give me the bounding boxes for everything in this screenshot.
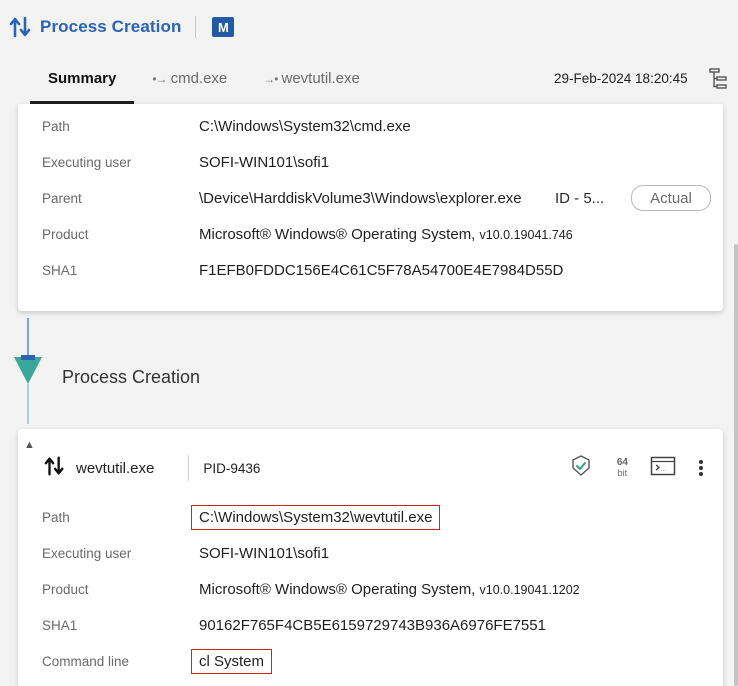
parent-label: Parent xyxy=(42,190,82,206)
cmd-process-card: Path C:\Windows\System32\cmd.exe Executi… xyxy=(18,104,723,311)
collapse-icon[interactable]: ▲ xyxy=(24,439,35,451)
sha1-value: F1EFB0FDDC156E4C61C5F78A54700E4E7984D55D xyxy=(199,261,564,279)
connector-line-bottom xyxy=(27,384,29,424)
path-row: Path C:\Windows\System32\cmd.exe xyxy=(42,115,411,137)
user-label: Executing user xyxy=(42,545,132,561)
process-creation-icon xyxy=(44,455,66,482)
process-pid: PID-9436 xyxy=(203,460,261,476)
more-options-icon[interactable] xyxy=(698,460,704,476)
process-actions: 64 bit ... xyxy=(569,454,704,482)
tab-wevtutil-label: wevtutil.exe xyxy=(281,70,360,87)
page-title: Process Creation xyxy=(40,17,182,36)
user-label: Executing user xyxy=(42,154,132,170)
path-row: Path C:\Windows\System32\wevtutil.exe xyxy=(42,504,441,530)
scrollbar-thumb[interactable] xyxy=(734,244,738,686)
tab-cmd-label: cmd.exe xyxy=(170,70,228,87)
sha1-label: SHA1 xyxy=(42,617,78,633)
user-value: SOFI-WIN101\sofi1 xyxy=(199,153,330,171)
command-line-row: Command line cl System xyxy=(42,648,273,674)
product-row: Product Microsoft® Windows® Operating Sy… xyxy=(42,578,580,600)
bitness-badge: 64 bit xyxy=(616,456,628,479)
product-row: Product Microsoft® Windows® Operating Sy… xyxy=(42,223,573,245)
process-creation-icon xyxy=(8,14,34,40)
user-row: Executing user SOFI-WIN101\sofi1 xyxy=(42,542,329,564)
mitre-icon[interactable]: M xyxy=(212,17,235,37)
connector-title: Process Creation xyxy=(62,367,201,387)
tab-wevtutil-arrow-icon: →• xyxy=(263,72,278,86)
product-name: Microsoft® Windows® Operating System, xyxy=(199,225,476,243)
header-divider xyxy=(195,16,197,38)
tab-bar: Summary •→ cmd.exe →• wevtutil.exe xyxy=(30,60,378,104)
sha1-row: SHA1 90162F765F4CB5E6159729743B936A6976F… xyxy=(42,614,546,636)
product-label: Product xyxy=(42,226,89,242)
product-version: v10.0.19041.746 xyxy=(479,227,573,242)
bitness-unit: bit xyxy=(617,467,628,478)
path-value: C:\Windows\System32\cmd.exe xyxy=(199,117,411,135)
sha1-label: SHA1 xyxy=(42,262,78,278)
parent-value[interactable]: \Device\HarddiskVolume3\Windows\explorer… xyxy=(199,190,531,207)
product-name: Microsoft® Windows® Operating System, xyxy=(199,580,476,598)
connector-arrow-icon xyxy=(14,355,42,384)
signed-shield-icon xyxy=(569,454,593,483)
path-value-highlighted: C:\Windows\System32\wevtutil.exe xyxy=(191,504,441,530)
path-label: Path xyxy=(42,118,70,134)
sha1-value: 90162F765F4CB5E6159729743B936A6976FE7551 xyxy=(199,616,546,634)
process-header: wevtutil.exe PID-9436 64 bit ... xyxy=(44,454,714,482)
user-row: Executing user SOFI-WIN101\sofi1 xyxy=(42,151,329,173)
command-line-label: Command line xyxy=(42,653,130,669)
user-value: SOFI-WIN101\sofi1 xyxy=(199,544,330,562)
command-line-icon[interactable]: ... xyxy=(650,455,676,482)
tab-cmd-arrow-icon: •→ xyxy=(152,72,167,86)
process-name: wevtutil.exe xyxy=(76,459,155,477)
wevtutil-process-card: ▲ wevtutil.exe PID-9436 64 bit ... Path … xyxy=(18,429,723,686)
product-version: v10.0.19041.1202 xyxy=(479,582,580,597)
command-line-value-highlighted: cl System xyxy=(191,648,273,674)
bitness-value: 64 xyxy=(616,456,628,468)
tab-summary[interactable]: Summary xyxy=(30,60,135,104)
sha1-row: SHA1 F1EFB0FDDC156E4C61C5F78A54700E4E798… xyxy=(42,259,563,281)
event-timestamp: 29-Feb-2024 18:20:45 xyxy=(554,71,688,86)
actual-button[interactable]: Actual xyxy=(631,185,711,211)
parent-id: ID - 5... xyxy=(555,189,605,207)
path-label: Path xyxy=(42,509,70,525)
header: Process Creation M xyxy=(0,0,738,54)
header-divider xyxy=(188,455,190,481)
product-label: Product xyxy=(42,581,89,597)
product-value: Microsoft® Windows® Operating System, v1… xyxy=(199,581,580,598)
tab-wevtutil[interactable]: →• wevtutil.exe xyxy=(245,60,378,104)
tab-cmd[interactable]: •→ cmd.exe xyxy=(134,60,245,104)
tab-summary-label: Summary xyxy=(48,70,117,87)
svg-text:...: ... xyxy=(661,467,666,473)
product-value: Microsoft® Windows® Operating System, v1… xyxy=(199,226,573,243)
process-tree-icon[interactable] xyxy=(708,66,730,92)
parent-row: Parent \Device\HarddiskVolume3\Windows\e… xyxy=(42,185,711,211)
